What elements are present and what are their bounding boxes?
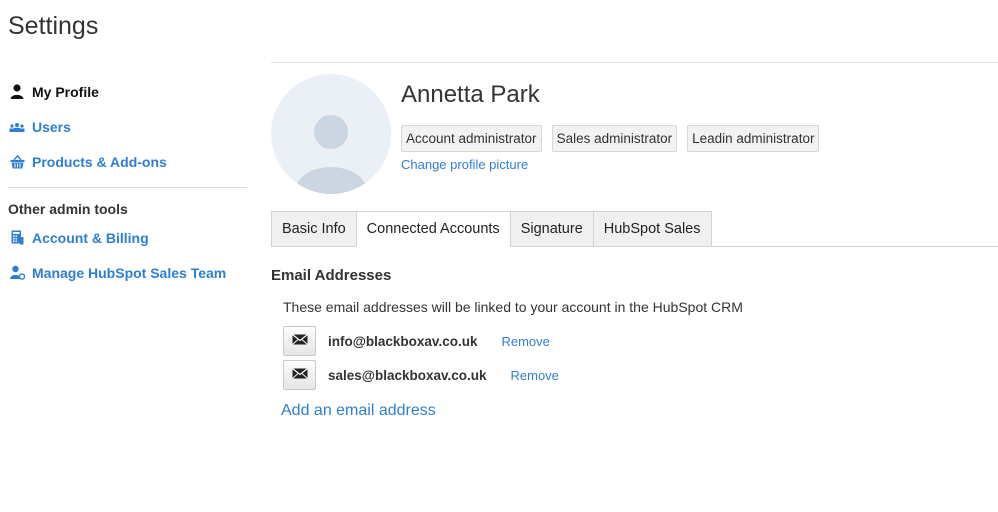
email-address: sales@blackboxav.co.uk [328, 367, 487, 383]
section-title: Email Addresses [271, 267, 392, 284]
person-icon [8, 84, 26, 100]
team-icon [8, 265, 26, 281]
tab-signature[interactable]: Signature [509, 211, 593, 247]
role-badge: Leadin administrator [687, 125, 820, 152]
page-title: Settings [8, 12, 99, 40]
avatar-placeholder-icon [294, 115, 368, 194]
remove-email-link[interactable]: Remove [501, 334, 549, 349]
sidebar-item-account-billing[interactable]: Account & Billing [8, 220, 248, 255]
tab-basic-info[interactable]: Basic Info [271, 211, 356, 247]
tab-connected-accounts[interactable]: Connected Accounts [355, 211, 510, 247]
sidebar-item-label: Users [32, 118, 71, 135]
avatar[interactable] [271, 74, 391, 194]
sidebar-item-label: My Profile [32, 83, 99, 100]
sidebar-item-my-profile[interactable]: My Profile [8, 74, 248, 109]
divider [271, 62, 998, 63]
sidebar-item-users[interactable]: Users [8, 109, 248, 144]
sidebar-item-label: Manage HubSpot Sales Team [32, 264, 227, 281]
role-badge: Account administrator [401, 125, 542, 152]
remove-email-link[interactable]: Remove [511, 368, 559, 383]
sidebar-divider [8, 187, 247, 188]
role-badges: Account administrator Sales administrato… [401, 125, 820, 152]
tab-hubspot-sales[interactable]: HubSpot Sales [592, 211, 712, 247]
sidebar-item-manage-team[interactable]: Manage HubSpot Sales Team [8, 255, 248, 290]
basket-icon [8, 154, 26, 170]
sidebar-item-label: Account & Billing [32, 229, 149, 246]
email-button[interactable] [283, 360, 316, 390]
email-row: sales@blackboxav.co.uk Remove [283, 360, 559, 390]
profile-name: Annetta Park [401, 81, 540, 108]
add-email-link[interactable]: Add an email address [281, 402, 436, 420]
billing-icon [8, 230, 26, 246]
users-icon [8, 119, 26, 135]
email-button[interactable] [283, 326, 316, 356]
sidebar: My Profile Users Products & Add-ons Othe… [8, 74, 248, 290]
envelope-icon [291, 332, 308, 350]
envelope-icon [291, 366, 308, 384]
change-profile-picture-link[interactable]: Change profile picture [401, 157, 528, 172]
email-row: info@blackboxav.co.uk Remove [283, 326, 550, 356]
sidebar-item-label: Products & Add-ons [32, 153, 167, 170]
tab-bar: Basic Info Connected Accounts Signature … [271, 211, 712, 247]
section-description: These email addresses will be linked to … [283, 299, 743, 315]
sidebar-heading: Other admin tools [8, 201, 128, 217]
email-address: info@blackboxav.co.uk [328, 333, 478, 349]
sidebar-item-products[interactable]: Products & Add-ons [8, 144, 248, 179]
role-badge: Sales administrator [551, 125, 678, 152]
